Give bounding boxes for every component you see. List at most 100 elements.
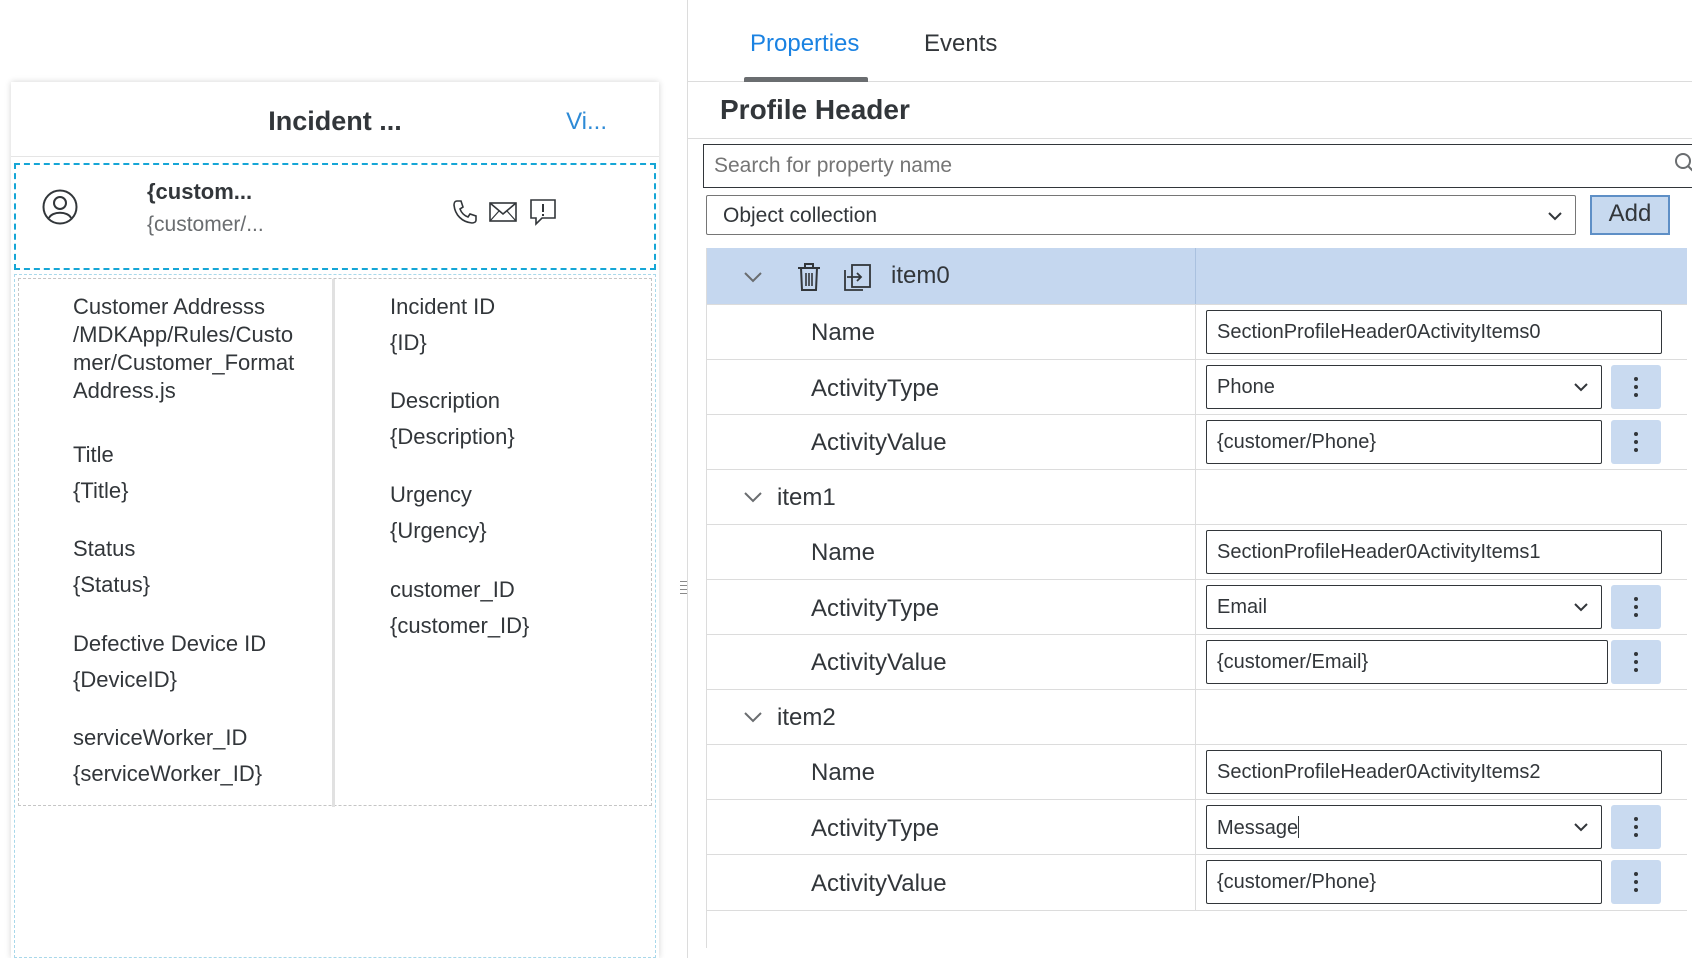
kv-key: Defective Device ID [73,631,267,656]
property-row: ActivityType Message [707,800,1687,855]
message-icon[interactable] [528,197,558,227]
tab-properties[interactable]: Properties [750,30,859,58]
section-divider [688,138,1692,139]
activity-type-value: Phone [1217,376,1275,398]
property-row: Name SectionProfileHeader0ActivityItems2 [707,745,1687,800]
kv-key: Description [390,388,501,413]
property-row: Name SectionProfileHeader0ActivityItems0 [707,305,1687,360]
kv-value: {serviceWorker_ID} [73,761,263,786]
activity-value-input[interactable]: {customer/Phone} [1206,420,1602,464]
delete-icon[interactable] [795,262,823,292]
chevron-down-icon[interactable] [743,271,763,283]
activity-type-select[interactable]: Phone [1206,365,1602,409]
profile-subheadline: {customer/... [147,213,264,236]
kv-key: serviceWorker_ID [73,725,248,750]
kv-value: {DeviceID} [73,667,177,692]
collection-item-row[interactable]: item0 [707,248,1687,305]
kv-key: Customer Addresss /MDKApp/Rules/Custo me… [73,294,295,403]
more-options-button[interactable] [1611,585,1661,629]
more-options-button[interactable] [1611,640,1661,684]
activity-type-select[interactable]: Email [1206,585,1602,629]
section-title: Profile Header [720,94,910,125]
kv-value: {ID} [390,330,427,355]
more-options-button[interactable] [1611,420,1661,464]
activity-value-input[interactable]: {customer/Email} [1206,640,1608,684]
property-table: item0 Name SectionProfileHeader0Activity… [706,248,1687,948]
item-label: item1 [777,484,836,511]
collection-type-select[interactable]: Object collection [706,195,1576,235]
active-tab-indicator [744,77,868,82]
kv-key: Incident ID [390,294,496,319]
collection-item-row[interactable]: item2 [707,690,1687,745]
kv-value: {Urgency} [390,518,487,543]
property-label: ActivityValue [811,870,947,897]
preview-action-item[interactable]: Vi... [566,108,607,136]
property-label: ActivityValue [811,649,947,676]
more-options-button[interactable] [1611,860,1661,904]
user-avatar-icon [42,189,78,225]
name-input[interactable]: SectionProfileHeader0ActivityItems2 [1206,750,1662,794]
page-preview: Incident ... Vi... {custom... {customer/… [0,0,687,958]
chevron-down-icon [1574,383,1588,392]
key-value-section-wrapper: Customer Addresss /MDKApp/Rules/Custo me… [14,274,656,958]
kv-item: Description {Description} [390,387,515,451]
kv-value: {Description} [390,424,515,449]
name-input[interactable]: SectionProfileHeader0ActivityItems1 [1206,530,1662,574]
move-item-icon[interactable] [843,262,873,292]
property-search-input[interactable] [703,144,1692,188]
key-value-section[interactable]: Customer Addresss /MDKApp/Rules/Custo me… [18,278,653,807]
property-label: ActivityType [811,595,940,622]
property-label: ActivityType [811,815,940,842]
kv-value: {customer_ID} [390,613,530,638]
more-options-button[interactable] [1611,805,1661,849]
property-label: Name [811,759,876,786]
kv-key: customer_ID [390,577,515,602]
property-label: Name [811,319,876,346]
property-row: ActivityValue {customer/Phone} [707,855,1687,911]
item-label: item0 [891,262,950,289]
preview-page: Incident ... Vi... {custom... {customer/… [11,82,659,958]
tab-events[interactable]: Events [924,30,997,58]
panel-tabs: Properties Events [688,0,1692,82]
phone-icon[interactable] [450,197,480,227]
preview-title: Incident ... [268,106,402,136]
more-options-button[interactable] [1611,365,1661,409]
collection-type-value: Object collection [723,204,878,227]
chevron-down-icon[interactable] [743,491,763,503]
property-label: Name [811,539,876,566]
activity-type-value: Email [1217,596,1268,618]
preview-action-bar: Incident ... Vi... [11,82,659,157]
profile-headline: {custom... [147,179,253,204]
kv-key: Status [73,536,136,561]
activity-value-input[interactable]: {customer/Phone} [1206,860,1602,904]
property-label: ActivityType [811,375,940,402]
kv-item: Defective Device ID {DeviceID} [73,630,266,694]
property-row: ActivityValue {customer/Phone} [707,415,1687,470]
kv-item: Incident ID {ID} [390,293,495,357]
kv-item: Customer Addresss /MDKApp/Rules/Custo me… [73,293,294,405]
kv-item: serviceWorker_ID {serviceWorker_ID} [73,724,262,788]
property-row: ActivityType Phone [707,360,1687,415]
email-icon[interactable] [488,197,518,227]
name-input[interactable]: SectionProfileHeader0ActivityItems0 [1206,310,1662,354]
key-value-column-right: Incident ID {ID} Description {Descriptio… [338,279,653,807]
add-button[interactable]: Add [1590,195,1670,235]
item-label: item2 [777,704,836,731]
profile-header-section[interactable]: {custom... {customer/... [14,163,656,270]
chevron-down-icon [1574,823,1588,832]
property-label: ActivityValue [811,429,947,456]
search-icon[interactable] [1673,151,1692,175]
property-row: ActivityType Email [707,580,1687,635]
activity-type-value: Message [1217,817,1299,839]
activity-type-select[interactable]: Message [1206,805,1602,849]
kv-item: Title {Title} [73,441,128,505]
collection-item-row[interactable]: item1 [707,470,1687,525]
chevron-down-icon [1574,603,1588,612]
kv-item: Status {Status} [73,535,150,599]
text-cursor [1298,816,1300,838]
kv-value: {Title} [73,478,129,503]
chevron-down-icon[interactable] [743,711,763,723]
kv-item: Urgency {Urgency} [390,481,487,545]
kv-key: Title [73,442,114,467]
kv-value: {Status} [73,572,151,597]
